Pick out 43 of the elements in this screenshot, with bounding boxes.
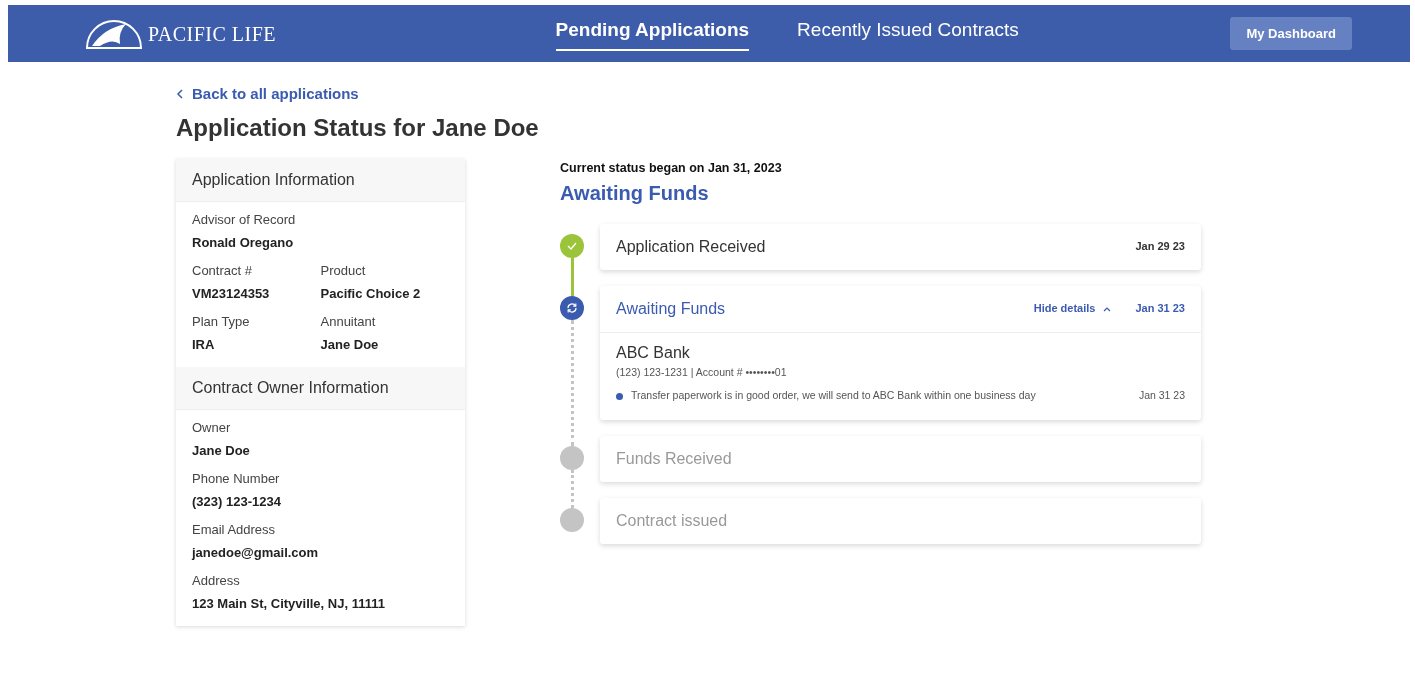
field-value: (323) 123-1234 — [192, 493, 281, 512]
event-date: Jan 31 23 — [1138, 388, 1185, 404]
chevron-left-icon — [176, 89, 184, 99]
nav-tab[interactable]: Pending Applications — [555, 16, 750, 51]
field-label: Annuitant — [320, 312, 377, 331]
brand-name: PACIFIC LIFE — [148, 21, 277, 47]
field-label: Advisor of Record — [192, 210, 296, 229]
field-label: Email Address — [192, 520, 277, 539]
step-title: Contract issued — [616, 511, 729, 532]
step-title: Application Received — [616, 236, 767, 257]
status-start-date: Current status began on Jan 31, 2023 — [560, 159, 783, 177]
field-value: janedoe@gmail.com — [192, 544, 319, 563]
bank-name: ABC Bank — [616, 342, 691, 363]
field-value: Ronald Oregano — [192, 234, 295, 253]
section-header: Contract Owner Information — [176, 366, 465, 410]
field-value: IRA — [192, 336, 216, 355]
field-value: VM23124353 — [192, 285, 271, 304]
chevron-up-icon — [1103, 305, 1112, 312]
field-label: Address — [192, 571, 241, 590]
field-value: Jane Doe — [320, 336, 380, 355]
refresh-icon — [566, 301, 578, 314]
field-label: Contract # — [192, 261, 253, 280]
step-title: Awaiting Funds — [616, 298, 727, 319]
field-value: Jane Doe — [192, 442, 250, 461]
current-status: Awaiting Funds — [560, 180, 710, 206]
step-title: Funds Received — [616, 449, 733, 470]
bank-contact: (123) 123-1231 | Account # ••••••••01 — [616, 364, 788, 380]
dashboard-button[interactable]: My Dashboard — [1230, 16, 1352, 51]
step-date: Jan 31 23 — [1135, 301, 1185, 317]
nav-tab[interactable]: Recently Issued Contracts — [797, 16, 1019, 51]
field-label: Phone Number — [192, 469, 281, 488]
check-icon — [567, 241, 577, 250]
step-date: Jan 29 23 — [1135, 239, 1185, 255]
field-label: Owner — [192, 418, 232, 437]
hide-details-button[interactable]: Hide details — [1033, 300, 1112, 317]
field-value: Pacific Choice 2 — [320, 285, 422, 304]
field-value: 123 Main St, Cityville, NJ, 11111 — [192, 595, 385, 614]
section-header: Application Information — [176, 158, 465, 202]
field-label: Plan Type — [192, 312, 251, 331]
page-title: Application Status for Jane Doe — [176, 114, 540, 143]
event-text: Transfer paperwork is in good order, we will send to ABC Bank within one business day — [631, 388, 1037, 404]
back-link[interactable]: Back to all applications — [176, 82, 359, 106]
field-label: Product — [320, 261, 367, 280]
